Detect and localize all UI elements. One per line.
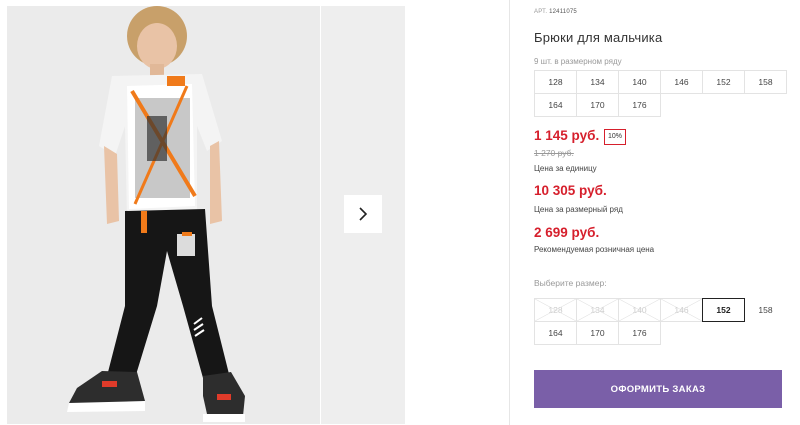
size-option[interactable]: 164 <box>534 321 577 345</box>
discount-badge: 10% <box>604 129 627 145</box>
size-row-cell: 164 <box>534 93 577 117</box>
article-number: АРТ. 12411075 <box>534 9 577 15</box>
article-label: АРТ. <box>534 9 548 15</box>
unit-price: 1 145 руб. <box>534 128 600 143</box>
size-row-price: 10 305 руб. <box>534 183 607 198</box>
size-option-unavailable: 140 <box>618 298 661 322</box>
retail-price: 2 699 руб. <box>534 225 600 240</box>
unit-price-caption: Цена за единицу <box>534 164 597 173</box>
size-row-cell: 140 <box>618 70 661 94</box>
product-photo[interactable] <box>7 6 320 424</box>
article-value: 12411075 <box>549 9 577 15</box>
size-option-unavailable: 128 <box>534 298 577 322</box>
size-option-unavailable: 146 <box>660 298 703 322</box>
next-photo-button[interactable] <box>344 195 382 233</box>
product-title: Брюки для мальчика <box>534 30 663 45</box>
size-option[interactable]: 170 <box>576 321 619 345</box>
size-picker-grid: 128 134 140 146 152 158 164 170 176 <box>534 298 787 345</box>
size-option[interactable]: 176 <box>618 321 661 345</box>
size-row-cell: 128 <box>534 70 577 94</box>
size-row-price-caption: Цена за размерный ряд <box>534 205 623 214</box>
size-row-cell: 134 <box>576 70 619 94</box>
old-price: 1 270 руб. <box>534 148 574 158</box>
panel-divider <box>509 0 510 425</box>
chevron-right-icon <box>359 207 368 221</box>
size-row-grid: 128 134 140 146 152 158 164 170 176 <box>534 70 787 117</box>
size-option-unavailable: 134 <box>576 298 619 322</box>
size-row-note: 9 шт. в размерном ряду <box>534 57 622 66</box>
product-page: АРТ. 12411075 Брюки для мальчика 9 шт. в… <box>0 0 800 425</box>
size-row-cell: 170 <box>576 93 619 117</box>
place-order-button[interactable]: ОФОРМИТЬ ЗАКАЗ <box>534 370 782 408</box>
retail-price-caption: Рекомендуемая розничная цена <box>534 245 655 254</box>
size-row-cell: 176 <box>618 93 661 117</box>
size-picker-label: Выберите размер: <box>534 278 607 288</box>
size-row-cell: 146 <box>660 70 703 94</box>
size-row-cell: 152 <box>702 70 745 94</box>
boy-model-illustration <box>7 6 320 424</box>
size-option[interactable]: 158 <box>744 298 787 322</box>
size-option-selected[interactable]: 152 <box>702 298 745 322</box>
size-row-cell: 158 <box>744 70 787 94</box>
